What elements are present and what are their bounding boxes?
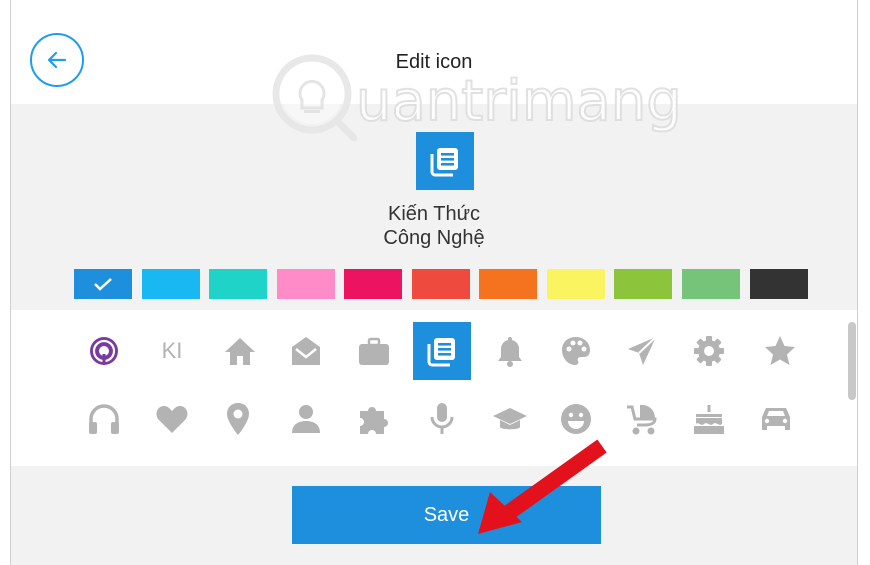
icon-option-car[interactable] (751, 394, 801, 444)
user-icon (292, 405, 320, 433)
icon-option-ki[interactable]: KI (147, 326, 197, 376)
page-title: Edit icon (395, 51, 473, 73)
preview-name: Kiến Thức Công Nghệ (11, 202, 857, 250)
icon-option-bell[interactable] (485, 326, 535, 376)
send-icon (628, 336, 657, 365)
swatch-orange[interactable] (479, 269, 537, 299)
star-icon (765, 336, 795, 365)
icon-option-headphones[interactable] (79, 394, 129, 444)
footer: Save (11, 466, 857, 565)
icon-option-send[interactable] (617, 326, 667, 376)
graduation-cap-icon (493, 408, 527, 430)
preview-name-line2: Công Nghệ (383, 227, 485, 249)
icon-grid-scrollbar[interactable] (848, 322, 856, 400)
icon-grid: KI (11, 310, 857, 466)
check-icon (94, 278, 112, 291)
swatch-red[interactable] (412, 269, 470, 299)
icon-option-map-pin[interactable] (213, 394, 263, 444)
swatch-magenta[interactable] (344, 269, 402, 299)
ki-text-icon: KI (161, 338, 183, 363)
icon-option-gear[interactable] (684, 326, 734, 376)
bell-icon (498, 337, 522, 367)
icon-option-palette[interactable] (551, 326, 601, 376)
smiley-icon (561, 404, 591, 434)
icon-option-home[interactable] (215, 326, 265, 376)
icon-option-smiley[interactable] (551, 394, 601, 444)
car-icon (762, 408, 790, 430)
icon-option-envelope[interactable] (281, 326, 331, 376)
gear-icon (694, 336, 724, 366)
icon-option-puzzle[interactable] (349, 394, 399, 444)
swatch-pink[interactable] (277, 269, 335, 299)
map-pin-icon (227, 403, 249, 435)
icon-option-briefcase[interactable] (349, 326, 399, 376)
preview-icon (416, 132, 474, 190)
heart-icon (156, 406, 188, 433)
icon-option-microphone[interactable] (417, 394, 467, 444)
swatch-lime[interactable] (614, 269, 672, 299)
home-icon (225, 338, 255, 365)
cake-icon (694, 405, 724, 434)
swatch-green[interactable] (682, 269, 740, 299)
color-swatches (74, 269, 810, 299)
icon-option-heart[interactable] (147, 394, 197, 444)
save-button[interactable]: Save (292, 486, 601, 544)
swatch-teal[interactable] (209, 269, 267, 299)
preview-section: Kiến Thức Công Nghệ (11, 104, 857, 310)
header: Edit icon (11, 0, 857, 104)
puzzle-icon (360, 407, 388, 434)
swatch-yellow[interactable] (547, 269, 605, 299)
preview-name-line1: Kiến Thức (388, 203, 480, 225)
swatch-blue[interactable] (74, 269, 132, 299)
palette-icon (562, 337, 590, 365)
icon-option-newspaper[interactable] (413, 322, 471, 380)
newspaper-icon (430, 148, 458, 177)
microphone-icon (430, 403, 454, 434)
stroller-icon (627, 404, 657, 435)
icon-option-star[interactable] (755, 326, 805, 376)
newspaper-icon (427, 338, 455, 367)
edit-icon-dialog: Edit icon Kiến Thức Công Nghệ uantrimang… (10, 0, 858, 565)
icon-option-stroller[interactable] (617, 394, 667, 444)
icon-option-cake[interactable] (684, 394, 734, 444)
icon-option-user[interactable] (281, 394, 331, 444)
swatch-black[interactable] (750, 269, 808, 299)
briefcase-icon (359, 337, 389, 365)
icon-option-graduation-cap[interactable] (485, 394, 535, 444)
podcast-icon (90, 337, 118, 365)
icon-option-podcast[interactable] (79, 326, 129, 376)
swatch-sky[interactable] (142, 269, 200, 299)
headphones-icon (89, 404, 119, 434)
envelope-open-icon (292, 337, 320, 365)
